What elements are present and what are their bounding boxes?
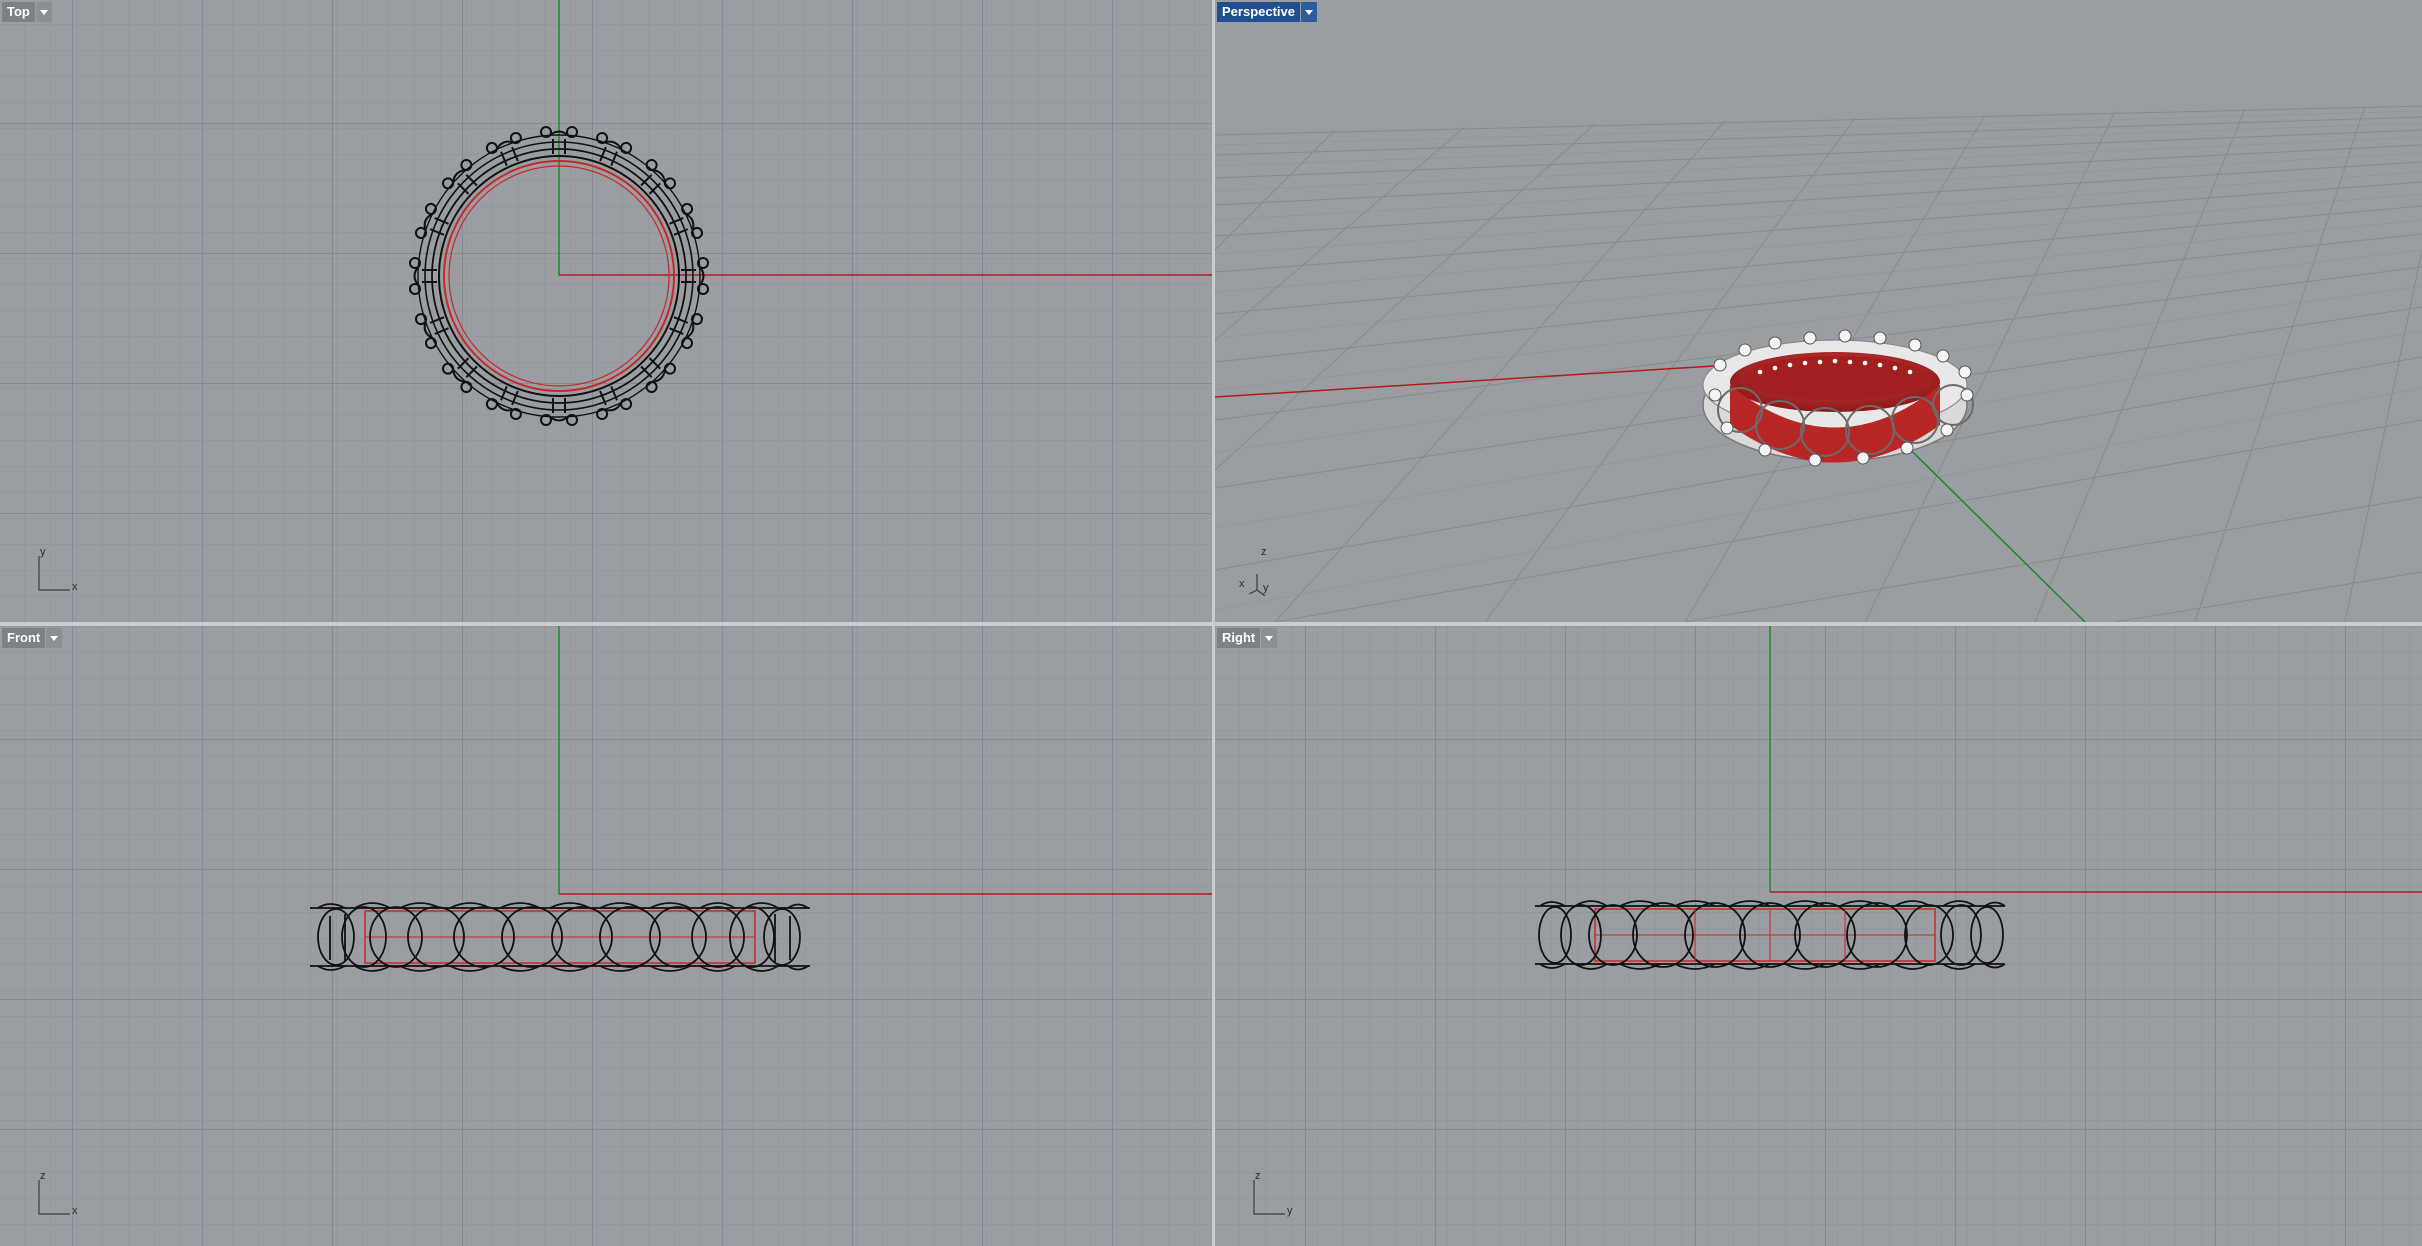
viewport-tab-front[interactable]: Front [2, 628, 63, 648]
axis-indicator: z x y [1239, 546, 1299, 596]
viewport-tab-right[interactable]: Right [1217, 628, 1278, 648]
axis-label-vertical: y [40, 546, 46, 558]
front-view-canvas[interactable] [0, 626, 1212, 1246]
viewport-title[interactable]: Perspective [1217, 2, 1300, 22]
top-view-canvas[interactable] [0, 0, 1212, 622]
axis-label-vertical: z [40, 1170, 46, 1182]
axis-label-horizontal: x [72, 581, 78, 593]
chevron-down-icon[interactable] [1261, 628, 1278, 648]
chevron-down-icon[interactable] [46, 628, 63, 648]
viewport-title[interactable]: Top [2, 2, 35, 22]
perspective-view-canvas[interactable] [1215, 0, 2422, 622]
viewport-tab-perspective[interactable]: Perspective [1217, 2, 1317, 22]
axis-label-horizontal: x [72, 1205, 78, 1217]
axis-indicator: z x [34, 1170, 84, 1220]
viewport-perspective[interactable]: Perspective z x y [1215, 0, 2422, 622]
chevron-down-icon[interactable] [1301, 2, 1317, 22]
viewport-layout: Top y x Perspective z x y Front z x Righ… [0, 0, 2422, 1246]
chevron-down-icon[interactable] [35, 2, 52, 22]
viewport-front[interactable]: Front z x [0, 626, 1212, 1246]
viewport-title[interactable]: Right [1217, 628, 1261, 648]
right-view-canvas[interactable] [1215, 626, 2422, 1246]
axis-label-vertical: z [1255, 1170, 1261, 1182]
viewport-right[interactable]: Right z y [1215, 626, 2422, 1246]
viewport-title[interactable]: Front [2, 628, 46, 648]
viewport-tab-top[interactable]: Top [2, 2, 52, 22]
axis-label-x: x [1239, 578, 1245, 590]
axis-label-y: y [1263, 582, 1269, 594]
axis-label-z: z [1261, 546, 1267, 558]
axis-label-horizontal: y [1287, 1205, 1293, 1217]
axis-indicator: z y [1249, 1170, 1299, 1220]
axis-indicator: y x [34, 546, 84, 596]
viewport-top[interactable]: Top y x [0, 0, 1212, 622]
